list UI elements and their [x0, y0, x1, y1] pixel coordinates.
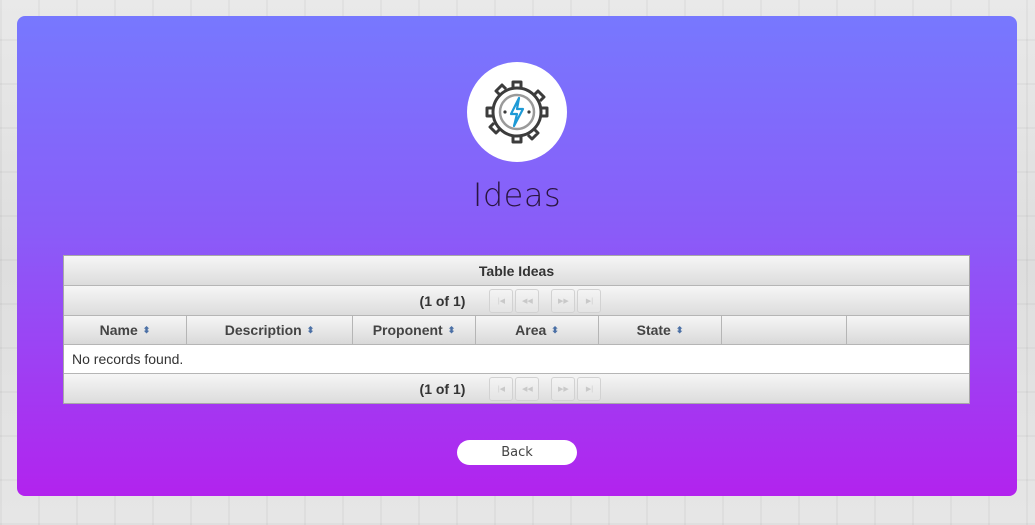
- sort-icon: ⬍: [306, 324, 315, 335]
- column-header-proponent[interactable]: Proponent ⬍: [353, 316, 476, 344]
- ideas-table: Table Ideas (1 of 1) |◀ ◀◀ ▶▶ ▶| Name ⬍ D…: [63, 255, 970, 404]
- bottom-paginator: (1 of 1) |◀ ◀◀ ▶▶ ▶|: [64, 374, 969, 403]
- sort-icon: ⬍: [142, 324, 151, 335]
- next-page-icon[interactable]: ▶▶: [551, 288, 576, 313]
- column-header-name[interactable]: Name ⬍: [64, 316, 187, 344]
- column-header-description[interactable]: Description ⬍: [187, 316, 353, 344]
- first-page-icon[interactable]: |◀: [489, 376, 514, 401]
- page-title: Ideas: [472, 176, 562, 214]
- gear-lightning-icon: [485, 80, 549, 144]
- table-caption: Table Ideas: [64, 256, 969, 286]
- next-page-icon[interactable]: ▶▶: [551, 376, 576, 401]
- empty-message-row: No records found.: [64, 345, 969, 374]
- top-paginator: (1 of 1) |◀ ◀◀ ▶▶ ▶|: [64, 286, 969, 316]
- column-header-area[interactable]: Area ⬍: [476, 316, 599, 344]
- column-header-empty-1: [722, 316, 847, 344]
- last-page-icon[interactable]: ▶|: [577, 376, 602, 401]
- main-card: Ideas Table Ideas (1 of 1) |◀ ◀◀ ▶▶ ▶| N…: [17, 16, 1017, 496]
- column-header-state[interactable]: State ⬍: [599, 316, 722, 344]
- page-indicator: (1 of 1): [419, 292, 466, 309]
- logo-badge: [467, 62, 567, 162]
- previous-page-icon[interactable]: ◀◀: [515, 288, 540, 313]
- last-page-icon[interactable]: ▶|: [577, 288, 602, 313]
- column-header-empty-2: [847, 316, 969, 344]
- first-page-icon[interactable]: |◀: [489, 288, 514, 313]
- table-header-row: Name ⬍ Description ⬍ Proponent ⬍ Area ⬍ Stat…: [64, 316, 969, 345]
- empty-message: No records found.: [72, 351, 184, 367]
- sort-icon: ⬍: [447, 324, 456, 335]
- back-button[interactable]: Back: [457, 440, 577, 465]
- page-indicator: (1 of 1): [419, 380, 466, 397]
- sort-icon: ⬍: [551, 324, 559, 335]
- previous-page-icon[interactable]: ◀◀: [515, 376, 540, 401]
- sort-icon: ⬍: [675, 324, 684, 335]
